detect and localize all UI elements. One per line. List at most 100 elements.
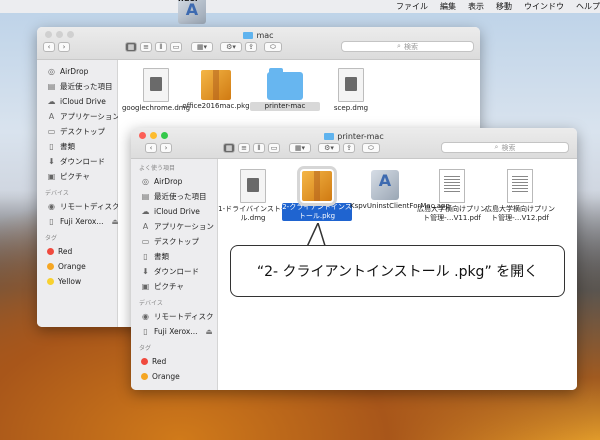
- sidebar: ◎ AirDrop ▤ 最近使った項目 ☁ iCloud Drive A アプリケーショ…: [37, 60, 120, 327]
- instruction-callout: “2- クライアントインストール .pkg” を開く: [230, 245, 565, 297]
- sidebar-item-remote-disc[interactable]: ◉ リモートディスク: [131, 309, 217, 324]
- sidebar-item-airdrop[interactable]: ◎ AirDrop: [131, 174, 217, 189]
- disc-icon: ◉: [142, 312, 149, 321]
- share-button[interactable]: ⇪: [343, 143, 355, 153]
- folder-icon: [243, 32, 254, 39]
- sidebar-item-pictures[interactable]: ▣ ピクチャ: [131, 279, 217, 294]
- folder-icon: [267, 68, 303, 100]
- downloads-icon: ⬇: [142, 267, 149, 276]
- sidebar-item-icloud[interactable]: ☁ iCloud Drive: [131, 204, 217, 219]
- file-item[interactable]: office2016mac.pkg: [181, 64, 251, 111]
- callout-text: “2- クライアントインストール .pkg” を開く: [256, 264, 539, 280]
- menu-go[interactable]: 移動: [496, 1, 512, 12]
- sidebar-item-desktop[interactable]: ▭ デスクトップ: [131, 234, 217, 249]
- package-icon: [201, 70, 231, 100]
- orange-tag-icon: [141, 373, 148, 380]
- action-gear-button[interactable]: ⚙▾: [318, 143, 340, 153]
- nav-buttons: ‹ ›: [43, 42, 70, 52]
- airdrop-icon: ◎: [48, 67, 55, 76]
- sidebar-tags-header: タグ: [139, 345, 152, 352]
- icon-view-button[interactable]: ▦: [125, 42, 137, 52]
- gallery-view-button[interactable]: ▭: [170, 42, 182, 52]
- red-tag-icon: [47, 248, 54, 255]
- back-button[interactable]: ‹: [145, 143, 157, 153]
- recent-icon: ▤: [47, 82, 56, 91]
- applications-icon: A: [48, 112, 55, 121]
- sidebar-item-downloads[interactable]: ⬇ ダウンロード: [131, 264, 217, 279]
- desktop-icon: ▭: [141, 237, 150, 246]
- titlebar: printer-mac ‹ › ▦ ≡ ⫴ ▭ ▦▾ ⚙▾ ⇪ ⬭ ⌕ 検索: [131, 128, 577, 159]
- window-title: mac: [37, 31, 480, 40]
- pdf-document-icon: [507, 169, 533, 203]
- forward-button[interactable]: ›: [58, 42, 70, 52]
- file-item-selected[interactable]: 2-クライアントインストール.pkg: [282, 165, 352, 221]
- sidebar-tag-orange[interactable]: Orange: [37, 259, 117, 274]
- sidebar-item-recent[interactable]: ▤ 最近使った項目: [131, 189, 217, 204]
- icon-view-button[interactable]: ▦: [223, 143, 235, 153]
- sidebar-tag-red[interactable]: Red: [131, 354, 217, 369]
- sidebar-tag-yellow[interactable]: Yellow: [37, 274, 117, 289]
- yellow-tag-icon: [47, 278, 54, 285]
- action-gear-button[interactable]: ⚙▾: [220, 42, 242, 52]
- forward-button[interactable]: ›: [160, 143, 172, 153]
- sidebar-tag-orange[interactable]: Orange: [131, 369, 217, 384]
- file-item[interactable]: KspvUninstClientForMac.app: [350, 165, 450, 211]
- cloud-icon: ☁: [141, 207, 150, 216]
- arrange-button[interactable]: ▦▾: [289, 143, 311, 153]
- sidebar-item-recent[interactable]: ▤ 最近使った項目: [37, 79, 117, 94]
- file-item[interactable]: scep.dmg: [316, 64, 386, 113]
- sidebar-item-pictures[interactable]: ▣ ピクチャ: [37, 169, 117, 184]
- back-button[interactable]: ‹: [43, 42, 55, 52]
- red-tag-icon: [141, 358, 148, 365]
- eject-icon[interactable]: ⏏: [206, 327, 213, 336]
- menu-file[interactable]: ファイル: [396, 1, 428, 12]
- downloads-icon: ⬇: [48, 157, 55, 166]
- tag-button[interactable]: ⬭: [362, 143, 380, 153]
- sidebar-tag-red[interactable]: Red: [37, 244, 117, 259]
- pdf-document-icon: [439, 169, 465, 203]
- sidebar-item-desktop[interactable]: ▭ デスクトップ: [37, 124, 117, 139]
- sidebar-item-airdrop[interactable]: ◎ AirDrop: [37, 64, 117, 79]
- sidebar-item-documents[interactable]: ▯ 書類: [37, 139, 117, 154]
- sidebar-item-applications[interactable]: A アプリケーション: [37, 109, 120, 124]
- application-icon: [371, 170, 399, 200]
- search-icon: ⌕: [494, 143, 499, 151]
- file-item[interactable]: 広島大学横向けプリント管理-…V12.pdf: [485, 165, 555, 223]
- cloud-icon: ☁: [47, 97, 56, 106]
- column-view-button[interactable]: ⫴: [155, 42, 167, 52]
- orange-tag-icon: [47, 263, 54, 270]
- gallery-view-button[interactable]: ▭: [268, 143, 280, 153]
- view-toolbar: ▦ ≡ ⫴ ▭ ▦▾ ⚙▾ ⇪ ⬭: [125, 42, 282, 52]
- sidebar-item-icloud[interactable]: ☁ iCloud Drive: [37, 94, 117, 109]
- share-button[interactable]: ⇪: [245, 42, 257, 52]
- drive-icon: ▯: [143, 327, 148, 336]
- drive-icon: ▯: [49, 217, 54, 226]
- column-view-button[interactable]: ⫴: [253, 143, 265, 153]
- sidebar-item-applications[interactable]: A アプリケーション: [131, 219, 217, 234]
- sidebar-item-documents[interactable]: ▯ 書類: [131, 249, 217, 264]
- list-view-button[interactable]: ≡: [140, 42, 152, 52]
- sidebar-item-fuji-xerox[interactable]: ▯ Fuji Xerox... ⏏: [131, 324, 217, 339]
- sidebar-item-fuji-xerox[interactable]: ▯ Fuji Xerox... ⏏: [37, 214, 118, 229]
- menu-window[interactable]: ウインドウ: [524, 1, 564, 12]
- menu-edit[interactable]: 編集: [440, 1, 456, 12]
- sidebar-item-remote-disc[interactable]: ◉ リモートディスク: [37, 199, 119, 214]
- applications-icon: A: [142, 222, 149, 231]
- pictures-icon: ▣: [47, 172, 56, 181]
- menu-view[interactable]: 表示: [468, 1, 484, 12]
- arrange-button[interactable]: ▦▾: [191, 42, 213, 52]
- view-toolbar: ▦ ≡ ⫴ ▭ ▦▾ ⚙▾ ⇪ ⬭: [223, 143, 380, 153]
- file-item[interactable]: printer-mac: [250, 64, 320, 111]
- sidebar-item-downloads[interactable]: ⬇ ダウンロード: [37, 154, 117, 169]
- recent-icon: ▤: [141, 192, 150, 201]
- search-field[interactable]: ⌕ 検索: [341, 41, 474, 52]
- search-field[interactable]: ⌕ 検索: [441, 142, 569, 153]
- search-icon: ⌕: [397, 42, 401, 50]
- file-item[interactable]: 1-ドライバインストール.dmg: [218, 165, 288, 223]
- file-item[interactable]: 広島大学横向けプリント管理-…V11.pdf: [417, 165, 487, 223]
- menu-help[interactable]: ヘルプ: [576, 1, 600, 12]
- tag-button[interactable]: ⬭: [264, 42, 282, 52]
- documents-icon: ▯: [143, 252, 148, 261]
- menu-app-name[interactable]: nder: [178, 0, 206, 24]
- list-view-button[interactable]: ≡: [238, 143, 250, 153]
